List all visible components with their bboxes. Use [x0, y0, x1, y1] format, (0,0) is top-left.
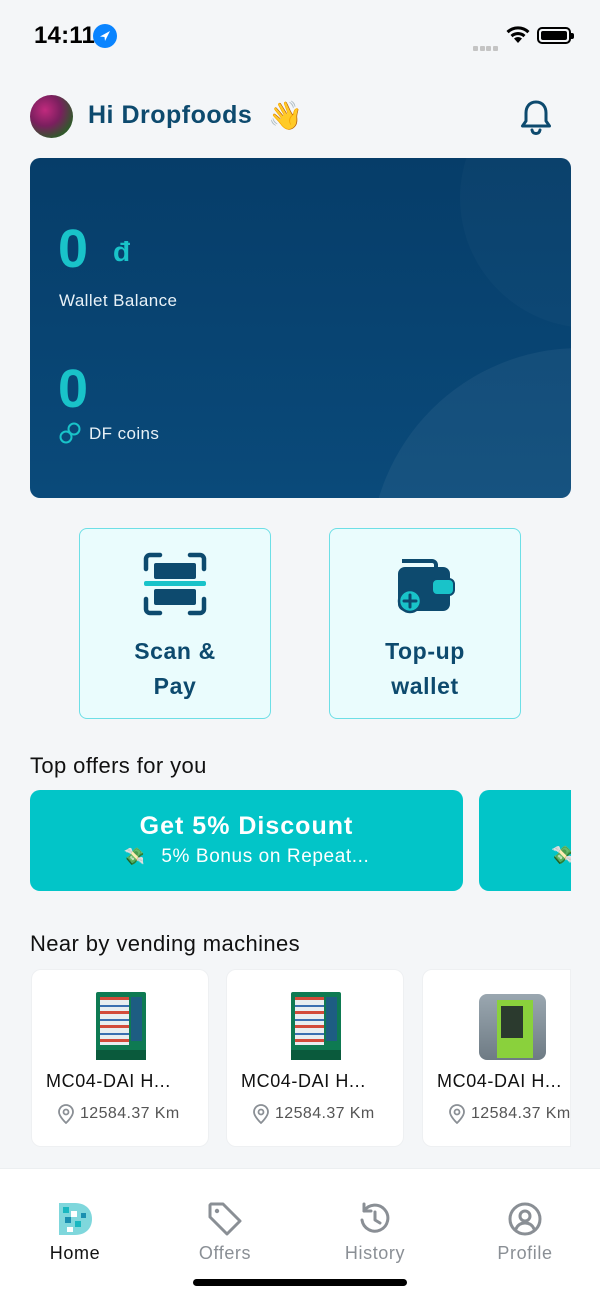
offer-card[interactable]: Get 5% Discount 💸 5% Bonus on Repeat... — [30, 790, 463, 891]
nav-history-label: History — [344, 1243, 406, 1263]
vending-machine-image — [96, 992, 146, 1060]
df-coins-label: DF coins — [89, 424, 160, 443]
waving-hand-icon: 👋 — [268, 100, 303, 131]
offer-subtitle: 5% Bonus on Repeat... — [161, 846, 370, 867]
battery-icon — [537, 27, 574, 44]
location-pin-icon — [448, 1104, 466, 1125]
topup-label-line1: Top-up — [385, 638, 465, 664]
tag-icon — [205, 1199, 245, 1239]
machine-name: MC04-DAI H... — [46, 1071, 171, 1091]
history-icon — [355, 1199, 395, 1239]
df-coins-value: 0 — [58, 359, 89, 419]
location-pin-icon — [57, 1104, 75, 1125]
scan-icon — [142, 551, 208, 617]
scan-label-line1: Scan & — [134, 638, 216, 664]
nav-offers-label: Offers — [198, 1243, 252, 1263]
top-offers-title: Top offers for you — [30, 753, 207, 778]
vending-machine-photo — [479, 994, 546, 1060]
scan-label-line2: Pay — [153, 673, 197, 699]
nav-profile-label: Profile — [497, 1243, 553, 1263]
cellular-signal-icon — [473, 38, 501, 51]
wallet-add-icon — [392, 551, 458, 617]
home-indicator[interactable] — [193, 1279, 407, 1286]
location-pin-icon — [252, 1104, 270, 1125]
nav-history[interactable]: History — [315, 1199, 435, 1264]
scan-and-pay-button[interactable]: Scan & Pay — [79, 528, 271, 719]
status-bar: 14:11 — [0, 0, 600, 72]
nav-offers[interactable]: Offers — [165, 1199, 285, 1264]
wallet-balance-label: Wallet Balance — [59, 291, 178, 310]
top-up-wallet-button[interactable]: Top-up wallet — [329, 528, 521, 719]
machine-name: MC04-DAI H... — [241, 1071, 366, 1091]
decorative-circle — [370, 348, 571, 498]
wallet-balance-value: 0 — [58, 219, 89, 279]
profile-icon — [505, 1199, 545, 1239]
nav-home-label: Home — [49, 1243, 101, 1263]
offer-subtitle-row: 💸 5% Bonus on Repeat... — [30, 846, 463, 868]
scan-and-pay-label: Scan & Pay — [80, 634, 270, 704]
nav-home[interactable]: Home — [15, 1199, 135, 1264]
bell-icon[interactable] — [518, 98, 554, 136]
wifi-icon — [505, 24, 531, 49]
money-wings-icon: 💸 — [551, 845, 571, 865]
decorative-circle — [460, 158, 571, 328]
nav-profile[interactable]: Profile — [465, 1199, 585, 1264]
vending-machine-card[interactable]: MC04-DAI H... 12584.37 Km — [226, 969, 404, 1147]
machine-name: MC04-DAI H... — [437, 1071, 562, 1091]
currency-symbol: đ — [113, 236, 131, 267]
avatar[interactable] — [30, 95, 73, 138]
machine-distance: 12584.37 Km — [275, 1105, 375, 1122]
topup-label-line2: wallet — [391, 673, 459, 699]
wallet-card[interactable]: 0 đ Wallet Balance 0 DF coins — [30, 158, 571, 498]
coins-link-icon — [59, 422, 81, 444]
nearby-machines-title: Near by vending machines — [30, 931, 301, 956]
vending-machine-card[interactable]: MC04-DAI H... 12584.37 Km — [31, 969, 209, 1147]
machine-distance: 12584.37 Km — [80, 1105, 180, 1122]
vending-machine-image — [291, 992, 341, 1060]
vending-machine-card[interactable]: MC04-DAI H... 12584.37 Km — [422, 969, 571, 1147]
location-arrow-icon — [93, 24, 117, 48]
offer-title: Get 5% Discount — [139, 812, 354, 840]
dropfoods-logo-icon — [55, 1199, 95, 1239]
machine-distance: 12584.37 Km — [471, 1105, 571, 1122]
status-time: 14:11 — [34, 22, 96, 49]
offer-card[interactable]: 💸 — [479, 790, 571, 891]
top-up-wallet-label: Top-up wallet — [330, 634, 520, 704]
money-wings-icon: 💸 — [123, 847, 146, 866]
greeting-title: Hi Dropfoods — [88, 101, 253, 129]
